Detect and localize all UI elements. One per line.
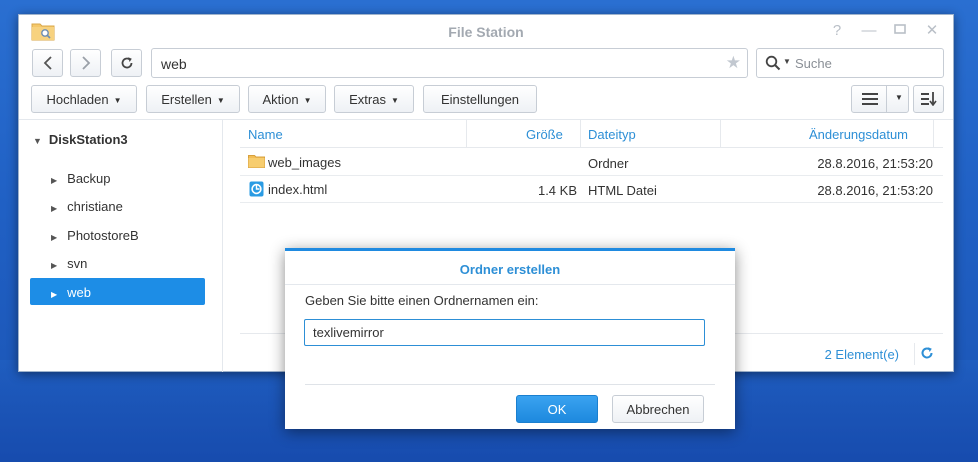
sidebar-item-label: svn xyxy=(67,256,88,271)
file-name: web_images xyxy=(268,155,341,170)
expand-right-icon[interactable]: ▶ xyxy=(51,290,57,299)
chevron-left-icon xyxy=(43,56,52,70)
html-file-icon xyxy=(249,181,264,200)
back-button[interactable] xyxy=(32,49,63,77)
chevron-down-icon: ▼ xyxy=(895,93,903,102)
column-divider[interactable] xyxy=(580,120,581,148)
chevron-down-icon: ▼ xyxy=(390,96,399,105)
column-divider[interactable] xyxy=(466,120,467,148)
minimize-icon[interactable]: — xyxy=(859,21,879,41)
file-size: 1.4 KB xyxy=(537,183,577,198)
dialog-title: Ordner erstellen xyxy=(459,262,561,277)
help-icon[interactable]: ? xyxy=(827,21,847,41)
sidebar-item-label: web xyxy=(67,285,92,300)
sidebar-item-label: PhotostoreB xyxy=(67,228,139,243)
list-header: Name Größe Dateityp Änderungsdatum xyxy=(240,120,943,148)
ok-button[interactable]: OK xyxy=(516,395,598,423)
dialog-divider xyxy=(305,384,715,385)
dialog-prompt: Geben Sie bitte einen Ordnernamen ein: xyxy=(305,293,539,308)
search-input[interactable] xyxy=(795,53,939,73)
expand-right-icon[interactable]: ▶ xyxy=(51,204,57,213)
maximize-icon[interactable] xyxy=(890,21,910,41)
refresh-icon[interactable] xyxy=(920,346,934,360)
window-title: File Station xyxy=(448,24,524,40)
cancel-button-label: Abbrechen xyxy=(626,402,690,417)
create-button[interactable]: Erstellen ▼ xyxy=(146,85,240,113)
title-bar[interactable]: File Station ? — ✕ xyxy=(19,15,953,47)
refresh-icon xyxy=(121,57,132,69)
create-button-label: Erstellen xyxy=(161,92,212,107)
column-divider[interactable] xyxy=(933,120,934,148)
dialog-divider xyxy=(285,284,735,285)
sidebar-item-photostoreb[interactable]: ▶ PhotostoreB xyxy=(30,221,205,248)
divider xyxy=(886,86,887,112)
sidebar-item-label: christiane xyxy=(67,199,123,214)
expand-right-icon[interactable]: ▶ xyxy=(51,176,57,185)
sidebar-item-backup[interactable]: ▶ Backup xyxy=(30,164,205,191)
expand-right-icon[interactable]: ▶ xyxy=(51,233,57,242)
column-header-name[interactable]: Name xyxy=(248,127,283,142)
sidebar: ▼ DiskStation3 ▶ Backup ▶ christiane ▶ Photo… xyxy=(19,120,223,372)
column-header-modified[interactable]: Änderungsdatum xyxy=(809,127,908,142)
chevron-down-icon[interactable]: ▼ xyxy=(783,57,791,66)
tree-root[interactable]: ▼ DiskStation3 xyxy=(33,132,128,147)
view-mode-button[interactable]: ▼ xyxy=(851,85,909,113)
sidebar-item-label: Backup xyxy=(67,171,111,186)
cancel-button[interactable]: Abbrechen xyxy=(612,395,704,423)
folder-name-input[interactable] xyxy=(304,319,705,346)
column-divider[interactable] xyxy=(720,120,721,148)
divider xyxy=(914,343,915,365)
close-icon[interactable]: ✕ xyxy=(922,21,942,41)
chevron-down-icon: ▼ xyxy=(303,96,312,105)
chevron-down-icon: ▼ xyxy=(113,96,122,105)
settings-button-label: Einstellungen xyxy=(440,92,520,107)
search-icon[interactable] xyxy=(765,55,781,71)
column-header-size[interactable]: Größe xyxy=(526,127,563,142)
expand-down-icon[interactable]: ▼ xyxy=(33,136,42,146)
expand-right-icon[interactable]: ▶ xyxy=(51,261,57,270)
file-modified: 28.8.2016, 21:53:20 xyxy=(817,183,933,198)
file-name: index.html xyxy=(268,182,328,197)
sidebar-item-svn[interactable]: ▶ svn xyxy=(30,249,205,276)
star-icon[interactable]: ★ xyxy=(726,53,741,73)
upload-button-label: Hochladen xyxy=(46,92,109,107)
search-box[interactable]: ▼ xyxy=(756,48,944,78)
folder-icon xyxy=(248,154,265,171)
extras-button[interactable]: Extras ▼ xyxy=(334,85,414,113)
refresh-button[interactable] xyxy=(111,49,142,77)
column-header-type[interactable]: Dateityp xyxy=(588,127,636,142)
file-modified: 28.8.2016, 21:53:20 xyxy=(817,156,933,171)
path-text: web xyxy=(161,56,187,72)
table-row[interactable]: web_images Ordner 28.8.2016, 21:53:20 xyxy=(240,149,943,176)
action-button[interactable]: Aktion ▼ xyxy=(248,85,326,113)
settings-button[interactable]: Einstellungen xyxy=(423,85,537,113)
file-type: HTML Datei xyxy=(588,183,657,198)
sidebar-item-web[interactable]: ▶ web xyxy=(30,278,205,305)
sort-icon xyxy=(921,92,937,106)
upload-button[interactable]: Hochladen ▼ xyxy=(31,85,137,113)
path-bar[interactable]: web ★ xyxy=(151,48,748,78)
tree-root-label: DiskStation3 xyxy=(48,132,128,147)
create-folder-dialog: Ordner erstellen Geben Sie bitte einen O… xyxy=(285,248,735,429)
sort-button[interactable] xyxy=(913,85,944,113)
list-view-icon xyxy=(862,93,878,105)
sidebar-item-christiane[interactable]: ▶ christiane xyxy=(30,192,205,219)
chevron-down-icon: ▼ xyxy=(216,96,225,105)
chevron-right-icon xyxy=(81,56,90,70)
ok-button-label: OK xyxy=(547,402,567,417)
table-row[interactable]: index.html 1.4 KB HTML Datei 28.8.2016, … xyxy=(240,176,943,203)
extras-button-label: Extras xyxy=(349,92,386,107)
action-button-label: Aktion xyxy=(262,92,299,107)
forward-button[interactable] xyxy=(70,49,101,77)
item-count: 2 Element(e) xyxy=(824,347,899,362)
file-type: Ordner xyxy=(588,156,629,171)
